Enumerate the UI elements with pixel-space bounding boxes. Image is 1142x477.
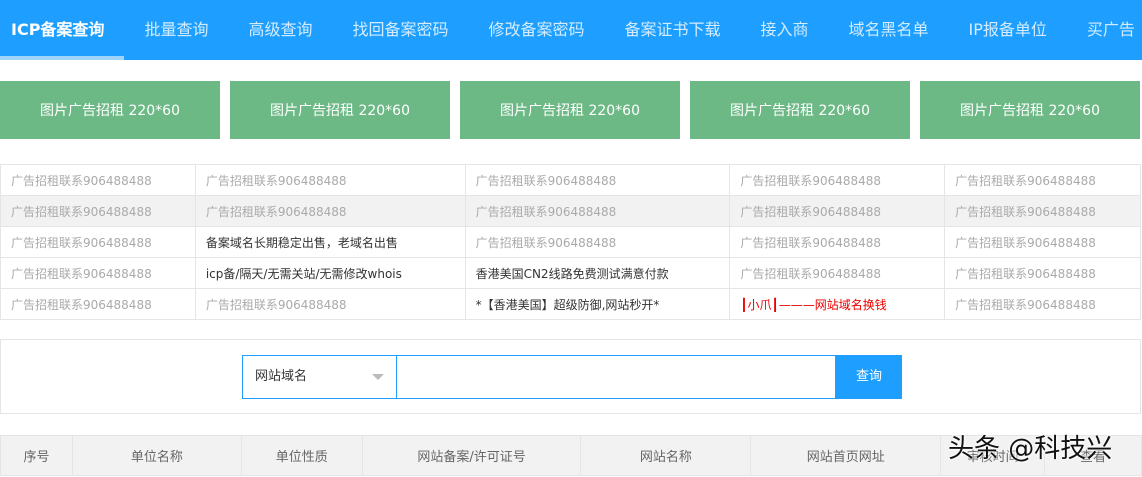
ad-link[interactable]: 广告招租联系906488488 (944, 257, 1141, 289)
column-header: 网站首页网址 (750, 435, 942, 476)
top-nav: ICP备案查询 批量查询 高级查询 找回备案密码 修改备案密码 备案证书下载 接… (0, 0, 1142, 60)
nav-batch-query[interactable]: 批量查询 (124, 0, 228, 60)
ad-link[interactable]: 广告招租联系906488488 (0, 226, 196, 258)
banner-row: 图片广告招租 220*60 图片广告招租 220*60 图片广告招租 220*6… (0, 60, 1142, 139)
nav-domain-blacklist[interactable]: 域名黑名单 (829, 0, 949, 60)
ad-link[interactable]: 备案域名长期稳定出售，老域名出售 (194, 226, 466, 258)
ad-link[interactable]: 广告招租联系906488488 (0, 257, 196, 289)
ad-link[interactable]: 香港美国CN2线路免费测试满意付款 (464, 257, 731, 289)
ad-link[interactable]: 广告招租联系906488488 (194, 288, 466, 320)
column-header: 网站名称 (580, 435, 752, 476)
banner-ad[interactable]: 图片广告招租 220*60 (460, 81, 680, 139)
ad-link[interactable]: 广告招租联系906488488 (194, 164, 466, 196)
nav-icp-query[interactable]: ICP备案查询 (0, 0, 125, 60)
nav-recover-password[interactable]: 找回备案密码 (332, 0, 468, 60)
column-header: 序号 (0, 435, 73, 476)
ad-link[interactable]: 广告招租联系906488488 (0, 164, 196, 196)
nav-ip-filing[interactable]: IP报备单位 (949, 0, 1067, 60)
ad-row: 广告招租联系906488488 广告招租联系906488488 *【香港美国】超级防… (0, 288, 1141, 320)
search-input[interactable] (396, 355, 836, 399)
column-header: 网站备案/许可证号 (361, 435, 582, 476)
ad-link[interactable]: 广告招租联系906488488 (0, 288, 196, 320)
ad-row: 广告招租联系906488488 广告招租联系906488488 广告招租联系9064… (0, 164, 1141, 196)
search-panel: 网站域名 查询 (0, 339, 1141, 414)
ad-link[interactable]: 广告招租联系906488488 (729, 195, 946, 227)
banner-ad[interactable]: 图片广告招租 220*60 (0, 81, 220, 139)
ad-row: 广告招租联系906488488 广告招租联系906488488 广告招租联系9064… (0, 195, 1141, 227)
ad-link[interactable]: 广告招租联系906488488 (729, 164, 946, 196)
watermark: 头条 @科技兴 (948, 434, 1113, 464)
banner-ad[interactable]: 图片广告招租 220*60 (690, 81, 910, 139)
ad-row: 广告招租联系906488488 icp备/隔天/无需关站/无需修改whois 香港美… (0, 257, 1141, 289)
text-ads-table: 广告招租联系906488488 广告招租联系906488488 广告招租联系9064… (0, 164, 1141, 320)
banner-ad[interactable]: 图片广告招租 220*60 (920, 81, 1140, 139)
ad-link[interactable]: 广告招租联系906488488 (944, 195, 1141, 227)
search-type-label: 网站域名 (255, 369, 308, 384)
nav-access-provider[interactable]: 接入商 (741, 0, 829, 60)
ad-link[interactable]: 广告招租联系906488488 (464, 226, 731, 258)
ad-link[interactable]: 广告招租联系906488488 (944, 288, 1141, 320)
ad-link[interactable]: 广告招租联系906488488 (944, 226, 1141, 258)
ad-link[interactable]: 广告招租联系906488488 (0, 195, 196, 227)
chevron-down-icon (372, 374, 384, 386)
column-header: 单位性质 (240, 435, 363, 476)
ad-link[interactable]: icp备/隔天/无需关站/无需修改whois (194, 257, 466, 289)
banner-ad[interactable]: 图片广告招租 220*60 (230, 81, 450, 139)
ad-link[interactable]: ┃小爪┃———网站域名换钱 (729, 288, 946, 320)
ad-link[interactable]: 广告招租联系906488488 (464, 164, 731, 196)
ad-link[interactable]: 广告招租联系906488488 (944, 164, 1141, 196)
nav-advanced-query[interactable]: 高级查询 (228, 0, 332, 60)
ad-link[interactable]: 广告招租联系906488488 (464, 195, 731, 227)
nav-certificate-download[interactable]: 备案证书下载 (605, 0, 741, 60)
ad-link[interactable]: 广告招租联系906488488 (194, 195, 466, 227)
query-button[interactable]: 查询 (836, 355, 902, 399)
ad-link[interactable]: 广告招租联系906488488 (729, 226, 946, 258)
column-header: 单位名称 (71, 435, 242, 476)
ad-link[interactable]: 广告招租联系906488488 (729, 257, 946, 289)
nav-buy-ads[interactable]: 买广告 (1067, 0, 1142, 60)
search-type-select[interactable]: 网站域名 (242, 355, 396, 399)
ad-link[interactable]: *【香港美国】超级防御,网站秒开* (464, 288, 731, 320)
ad-row: 广告招租联系906488488 备案域名长期稳定出售，老域名出售 广告招租联系906… (0, 226, 1141, 258)
nav-change-password[interactable]: 修改备案密码 (468, 0, 604, 60)
